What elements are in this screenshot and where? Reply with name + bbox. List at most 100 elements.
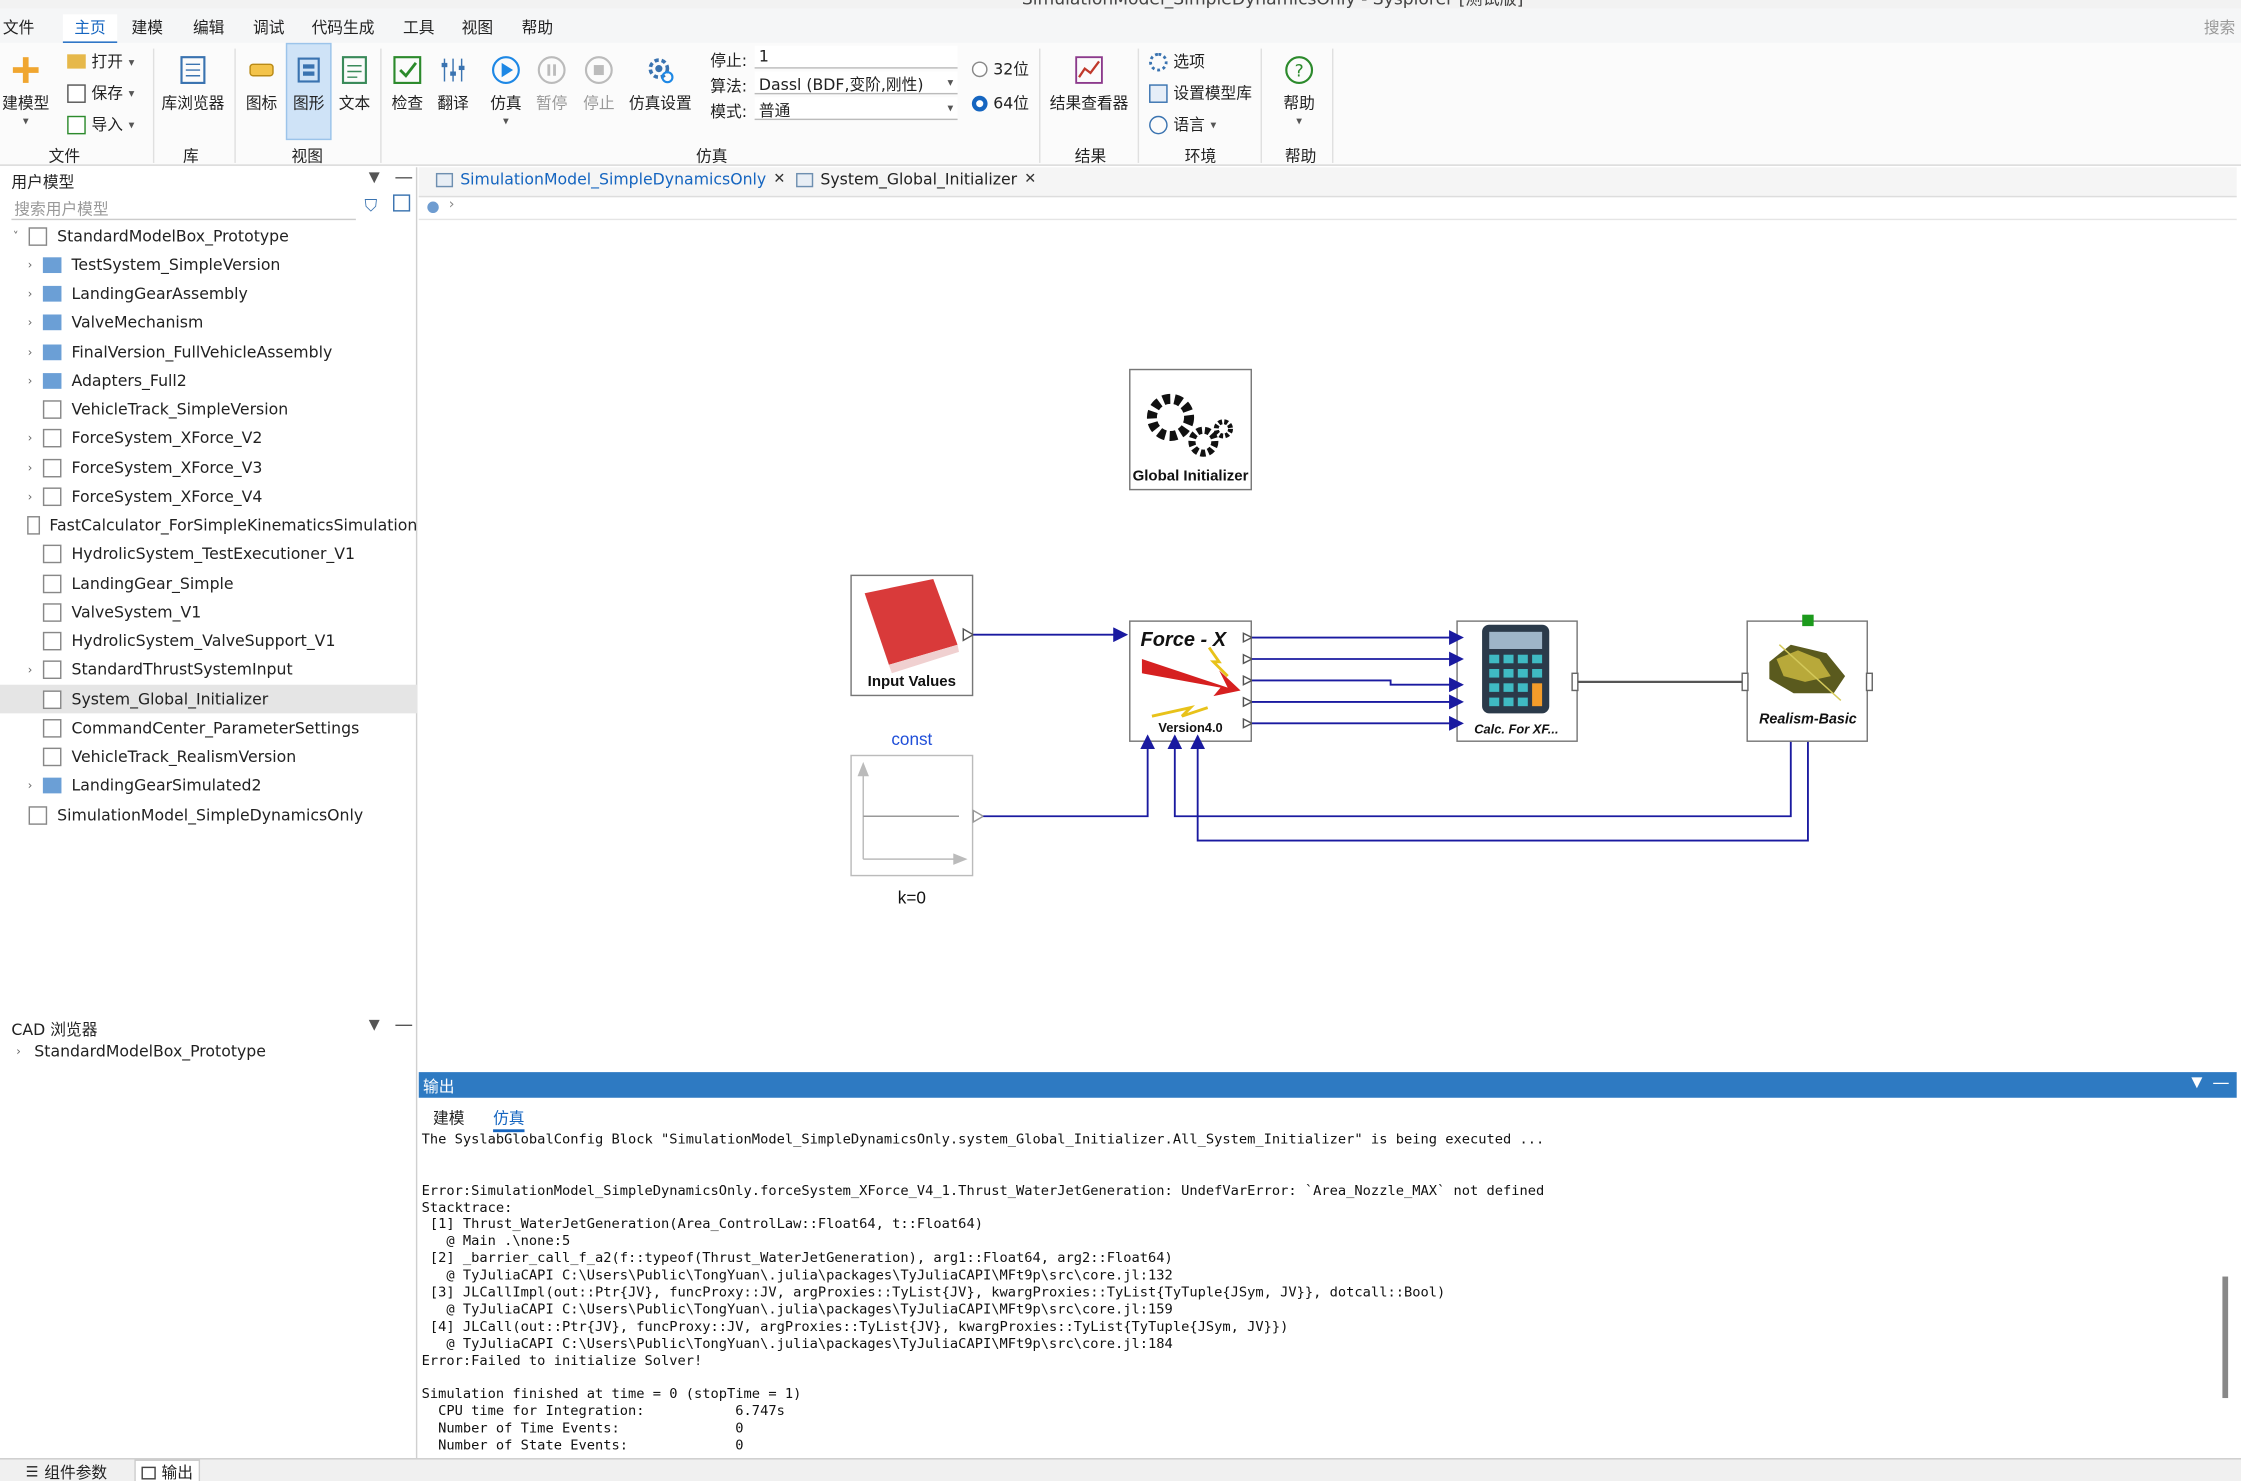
- language-button[interactable]: 语言 ▾: [1149, 113, 1216, 136]
- tab-global-initializer[interactable]: System_Global_Initializer ✕: [796, 170, 1036, 189]
- force-x-block[interactable]: Force - X Version4.0: [1129, 620, 1254, 742]
- tree-item[interactable]: › TestSystem_SimpleVersion: [0, 251, 417, 280]
- pause-button[interactable]: 暂停: [533, 54, 570, 114]
- tree-item[interactable]: HydrolicSystem_ValveSupport_V1: [0, 627, 417, 656]
- tree-item[interactable]: System_Global_Initializer: [0, 684, 418, 714]
- model-search-input[interactable]: 搜索用户模型: [11, 196, 356, 221]
- tree-item[interactable]: › ForceSystem_XForce_V3: [0, 453, 417, 482]
- close-icon[interactable]: ✕: [1024, 172, 1036, 188]
- global-initializer-block[interactable]: Global Initializer: [1129, 368, 1252, 491]
- tab-simulation-output[interactable]: 仿真: [493, 1106, 525, 1133]
- calculator-output-port[interactable]: [1571, 672, 1579, 692]
- minimize-icon[interactable]: —: [394, 167, 413, 188]
- simulate-button[interactable]: 仿真 ▾: [487, 54, 524, 127]
- chevron-right-icon[interactable]: ›: [23, 779, 37, 792]
- tree-root-item[interactable]: ˅ StandardModelBox_Prototype: [0, 222, 417, 251]
- tree-item[interactable]: HydrolicSystem_TestExecutioner_V1: [0, 540, 417, 569]
- chevron-right-icon[interactable]: ›: [23, 316, 37, 329]
- output-port[interactable]: [972, 809, 985, 824]
- menu-debug[interactable]: 调试: [253, 16, 284, 39]
- chevron-down-icon[interactable]: ˅: [9, 229, 23, 242]
- realism-basic-block[interactable]: Realism-Basic: [1741, 614, 1873, 742]
- tree-item[interactable]: CommandCenter_ParameterSettings: [0, 714, 417, 743]
- mode-select[interactable]: 普通 ▾: [754, 97, 958, 121]
- diagram-canvas[interactable]: Global Initializer Input Values Force - …: [418, 221, 2237, 1073]
- menu-modeling[interactable]: 建模: [131, 16, 162, 39]
- chevron-right-icon[interactable]: ›: [23, 461, 37, 474]
- stop-time-input[interactable]: 1: [754, 45, 958, 69]
- realism-input-port[interactable]: [1741, 672, 1749, 692]
- help-button[interactable]: ? 帮助 ▾: [1278, 54, 1321, 127]
- menu-file[interactable]: 文件: [3, 16, 34, 39]
- cad-tree-root[interactable]: › StandardModelBox_Prototype: [11, 1036, 428, 1065]
- open-button[interactable]: 打开 ▾: [67, 50, 134, 73]
- chevron-right-icon[interactable]: ›: [23, 490, 37, 503]
- output-line: Error:Failed to initialize Solver!: [421, 1353, 703, 1369]
- model-icon: [427, 201, 439, 213]
- tree-item[interactable]: VehicleTrack_RealismVersion: [0, 743, 417, 772]
- chevron-right-icon[interactable]: ›: [449, 197, 455, 213]
- tab-modeling-output[interactable]: 建模: [433, 1106, 464, 1129]
- check-button[interactable]: 检查: [389, 54, 426, 114]
- chevron-right-icon[interactable]: ›: [23, 258, 37, 271]
- tree-item[interactable]: › FinalVersion_FullVehicleAssembly: [0, 337, 417, 366]
- menu-codegen[interactable]: 代码生成: [312, 16, 375, 39]
- chevron-right-icon[interactable]: ›: [23, 432, 37, 445]
- options-button[interactable]: 选项: [1149, 50, 1205, 73]
- chevron-down-icon[interactable]: ▼: [369, 170, 380, 186]
- algorithm-select[interactable]: Dassl (BDF,变阶,刚性) ▾: [754, 71, 958, 95]
- minimize-icon[interactable]: —: [2212, 1072, 2229, 1092]
- collapse-all-icon[interactable]: [393, 194, 411, 212]
- stop-button[interactable]: 停止: [580, 54, 617, 114]
- input-values-block[interactable]: Input Values: [850, 574, 975, 697]
- chevron-down-icon[interactable]: ▼: [369, 1018, 380, 1034]
- tree-root-item[interactable]: SimulationModel_SimpleDynamicsOnly: [0, 801, 417, 830]
- component-params-tab[interactable]: ☰ 组件参数: [26, 1461, 107, 1481]
- chevron-right-icon[interactable]: ›: [23, 664, 37, 677]
- menu-help[interactable]: 帮助: [522, 16, 553, 39]
- new-model-button[interactable]: 建模型 ▾: [0, 54, 60, 127]
- text-view-button[interactable]: 文本: [336, 54, 373, 114]
- radio-32bit[interactable]: 32位: [971, 57, 1029, 80]
- menu-view[interactable]: 视图: [462, 16, 493, 39]
- output-scrollbar[interactable]: [2222, 1276, 2229, 1399]
- tree-item[interactable]: › Adapters_Full2: [0, 366, 417, 395]
- tree-item[interactable]: › StandardThrustSystemInput: [0, 656, 417, 685]
- tree-item[interactable]: › ValveMechanism: [0, 308, 417, 337]
- diagram-view-button[interactable]: 图形: [285, 42, 332, 141]
- filter-icon[interactable]: ⛉: [364, 196, 377, 217]
- calculator-block[interactable]: Calc. For XF...: [1456, 620, 1579, 742]
- minimize-icon[interactable]: —: [394, 1015, 413, 1036]
- chevron-right-icon[interactable]: ›: [23, 345, 37, 358]
- tree-item[interactable]: › LandingGearAssembly: [0, 279, 417, 308]
- translate-button[interactable]: 翻译: [434, 54, 471, 114]
- output-tab[interactable]: 输出: [134, 1459, 201, 1481]
- close-icon[interactable]: ✕: [773, 172, 785, 188]
- tree-item[interactable]: › ForceSystem_XForce_V4: [0, 482, 417, 511]
- set-model-lib-button[interactable]: 设置模型库: [1149, 81, 1252, 104]
- sim-settings-button[interactable]: 仿真设置: [629, 54, 692, 114]
- tree-item[interactable]: ValveSystem_V1: [0, 598, 417, 627]
- menu-home[interactable]: 主页: [62, 14, 118, 45]
- const-block[interactable]: const k=0: [850, 729, 985, 908]
- chevron-right-icon[interactable]: ›: [23, 287, 37, 300]
- tree-item[interactable]: LandingGear_Simple: [0, 569, 417, 598]
- menu-search[interactable]: 搜索: [2204, 16, 2235, 39]
- library-browser-button[interactable]: 库浏览器: [160, 54, 226, 114]
- menu-edit[interactable]: 编辑: [193, 16, 224, 39]
- menu-tools[interactable]: 工具: [403, 16, 434, 39]
- chevron-down-icon[interactable]: ▼: [2191, 1075, 2202, 1091]
- tree-item[interactable]: › LandingGearSimulated2: [0, 772, 417, 801]
- chevron-right-icon[interactable]: ›: [23, 374, 37, 387]
- result-viewer-button[interactable]: 结果查看器: [1049, 54, 1129, 114]
- chevron-right-icon[interactable]: ›: [11, 1044, 25, 1057]
- tab-simulation-model[interactable]: SimulationModel_SimpleDynamicsOnly ✕: [435, 170, 785, 189]
- tree-item[interactable]: FastCalculator_ForSimpleKinematicsSimula…: [0, 511, 417, 540]
- radio-64bit[interactable]: 64位: [971, 91, 1029, 114]
- realism-output-port[interactable]: [1865, 672, 1873, 692]
- tree-item[interactable]: VehicleTrack_SimpleVersion: [0, 395, 417, 424]
- tree-item[interactable]: › ForceSystem_XForce_V2: [0, 424, 417, 453]
- save-button[interactable]: 保存 ▾: [67, 81, 134, 104]
- icon-view-button[interactable]: 图标: [243, 54, 280, 114]
- import-button[interactable]: 导入 ▾: [67, 113, 134, 136]
